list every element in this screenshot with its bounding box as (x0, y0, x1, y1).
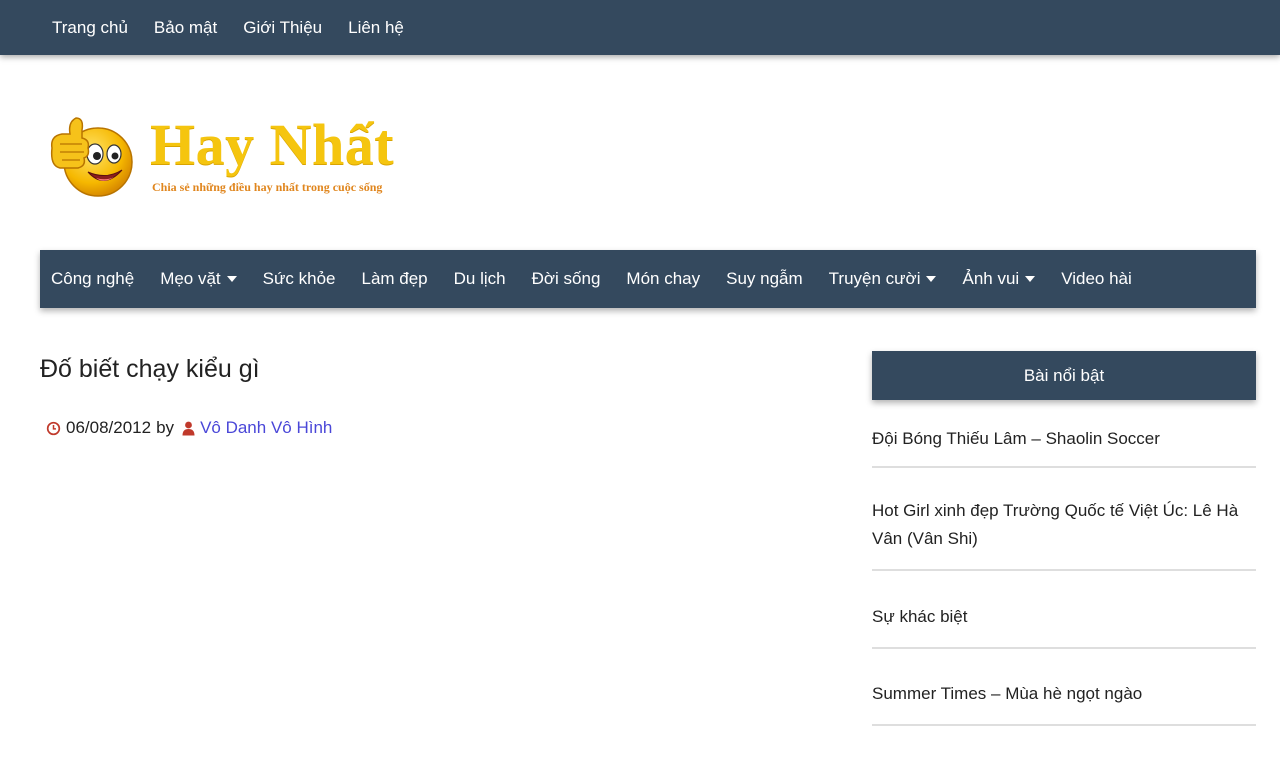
post-title: Đố biết chạy kiểu gì (40, 355, 260, 383)
top-nav-about[interactable]: Giới Thiệu (230, 0, 335, 55)
site-logo[interactable]: Hay Nhất Chia sẻ những điều hay nhất tro… (46, 108, 436, 213)
nav-item-label: Công nghệ (51, 269, 135, 288)
nav-item-du-lich[interactable]: Du lịch (441, 250, 519, 308)
top-nav-home[interactable]: Trang chủ (39, 0, 141, 55)
nav-item-label: Sức khỏe (262, 269, 336, 288)
nav-item-suy-ngam[interactable]: Suy ngẫm (713, 250, 816, 308)
featured-post-link[interactable]: Summer Times – Mùa hè ngọt ngào (872, 680, 1256, 708)
nav-item-mon-chay[interactable]: Món chay (613, 250, 713, 308)
nav-item-label: Làm đẹp (361, 269, 428, 288)
nav-item-suc-khoe[interactable]: Sức khỏe (250, 250, 349, 308)
nav-item-doi-song[interactable]: Đời sống (519, 250, 614, 308)
user-icon (182, 421, 195, 436)
post-meta: 06/08/2012 by Vô Danh Vô Hình (46, 418, 332, 438)
post-by-label: by (156, 418, 175, 437)
logo-title: Hay Nhất (150, 112, 395, 177)
nav-item-label: Ảnh vui (962, 269, 1020, 288)
list-item: Sự khác biệt (872, 571, 1256, 649)
nav-item-meo-vat[interactable]: Mẹo vặt (147, 250, 249, 308)
top-nav-privacy[interactable]: Bảo mật (141, 0, 230, 55)
top-nav-contact[interactable]: Liên hệ (335, 0, 417, 55)
nav-item-label: Video hài (1061, 269, 1132, 288)
caret-down-icon (1025, 276, 1036, 282)
caret-down-icon (926, 276, 937, 282)
list-item: Đội Bóng Thiếu Lâm – Shaolin Soccer (872, 400, 1256, 468)
post-date: 06/08/2012 (66, 418, 152, 437)
list-item: Summer Times – Mùa hè ngọt ngào (872, 649, 1256, 726)
featured-list: Đội Bóng Thiếu Lâm – Shaolin Soccer Hot … (872, 400, 1256, 726)
post-author-link[interactable]: Vô Danh Vô Hình (200, 418, 332, 438)
featured-post-link[interactable]: Đội Bóng Thiếu Lâm – Shaolin Soccer (872, 425, 1256, 453)
nav-item-label: Truyện cười (828, 269, 921, 288)
thumbs-up-smiley-icon (50, 117, 133, 197)
main-navigation: Công nghệ Mẹo vặt Sức khỏe Làm đẹp Du lị… (40, 250, 1256, 308)
nav-item-label: Suy ngẫm (726, 269, 803, 288)
nav-item-label: Món chay (626, 269, 701, 288)
featured-post-link[interactable]: Sự khác biệt (872, 603, 1256, 631)
nav-item-lam-dep[interactable]: Làm đẹp (348, 250, 440, 308)
nav-item-label: Du lịch (453, 269, 506, 288)
sidebar-featured: Bài nổi bật Đội Bóng Thiếu Lâm – Shaolin… (872, 351, 1256, 726)
nav-item-cong-nghe[interactable]: Công nghệ (40, 250, 147, 308)
caret-down-icon (226, 276, 237, 282)
nav-item-truyen-cuoi[interactable]: Truyện cười (816, 250, 950, 308)
featured-post-link[interactable]: Hot Girl xinh đẹp Trường Quốc tế Việt Úc… (872, 497, 1256, 553)
widget-title: Bài nổi bật (872, 351, 1256, 400)
top-navigation: Trang chủ Bảo mật Giới Thiệu Liên hệ (0, 0, 1280, 55)
nav-item-label: Đời sống (531, 269, 601, 288)
list-item: Hot Girl xinh đẹp Trường Quốc tế Việt Úc… (872, 468, 1256, 571)
nav-item-video-hai[interactable]: Video hài (1048, 250, 1145, 308)
logo-tagline: Chia sẻ những điều hay nhất trong cuộc s… (152, 180, 383, 194)
nav-item-anh-vui[interactable]: Ảnh vui (949, 250, 1048, 308)
nav-item-label: Mẹo vặt (160, 269, 221, 288)
clock-icon (46, 421, 61, 436)
